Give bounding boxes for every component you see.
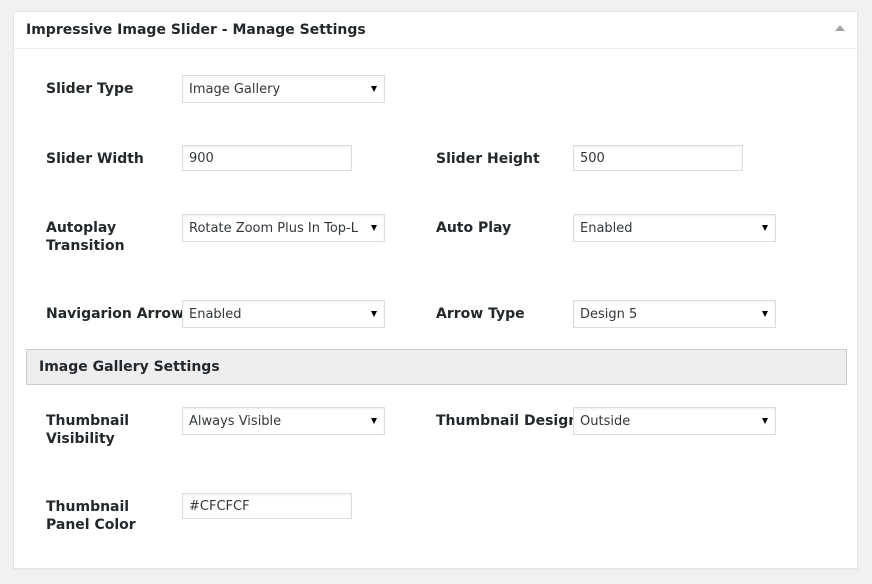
slider-width-label: Slider Width [46,151,144,167]
slider-height-label: Slider Height [436,151,540,167]
thumbnail-visibility-value: Always Visible [189,414,282,429]
autoplay-transition-value: Rotate Zoom Plus In Top-L [189,221,358,236]
dropdown-arrow-icon [762,311,768,317]
settings-panel: Impressive Image Slider - Manage Setting… [13,11,858,569]
dropdown-arrow-icon [762,225,768,231]
dropdown-arrow-icon [371,225,377,231]
arrow-type-label: Arrow Type [436,306,525,322]
auto-play-value: Enabled [580,221,633,236]
autoplay-transition-label: Autoplay Transition [46,220,125,254]
thumbnail-panel-color-label: Thumbnail Panel Color [46,499,136,533]
thumbnail-panel-color-input[interactable] [182,493,352,519]
thumbnail-visibility-label: Thumbnail Visibility [46,413,130,447]
thumbnail-design-select[interactable]: Outside [573,407,776,435]
auto-play-select[interactable]: Enabled [573,214,776,242]
slider-type-value: Image Gallery [189,82,281,97]
navigation-arrows-select[interactable]: Enabled [182,300,385,328]
dropdown-arrow-icon [371,311,377,317]
image-gallery-settings-header: Image Gallery Settings [26,349,847,385]
slider-width-input[interactable] [182,145,352,171]
dropdown-arrow-icon [762,418,768,424]
panel-title: Impressive Image Slider - Manage Setting… [26,22,366,38]
thumbnail-design-label: Thumbnail Design [436,413,579,429]
navigation-arrows-value: Enabled [189,307,242,322]
auto-play-label: Auto Play [436,220,512,236]
section-title: Image Gallery Settings [39,359,220,375]
slider-height-input[interactable] [573,145,743,171]
slider-type-label: Slider Type [46,81,134,97]
thumbnail-visibility-select[interactable]: Always Visible [182,407,385,435]
panel-header: Impressive Image Slider - Manage Setting… [14,12,857,49]
arrow-type-value: Design 5 [580,307,638,322]
collapse-toggle-icon[interactable] [835,25,845,31]
dropdown-arrow-icon [371,418,377,424]
dropdown-arrow-icon [371,86,377,92]
slider-type-select[interactable]: Image Gallery [182,75,385,103]
thumbnail-design-value: Outside [580,414,631,429]
autoplay-transition-select[interactable]: Rotate Zoom Plus In Top-L [182,214,385,242]
arrow-type-select[interactable]: Design 5 [573,300,776,328]
navigation-arrows-label: Navigarion Arrows [46,306,193,322]
